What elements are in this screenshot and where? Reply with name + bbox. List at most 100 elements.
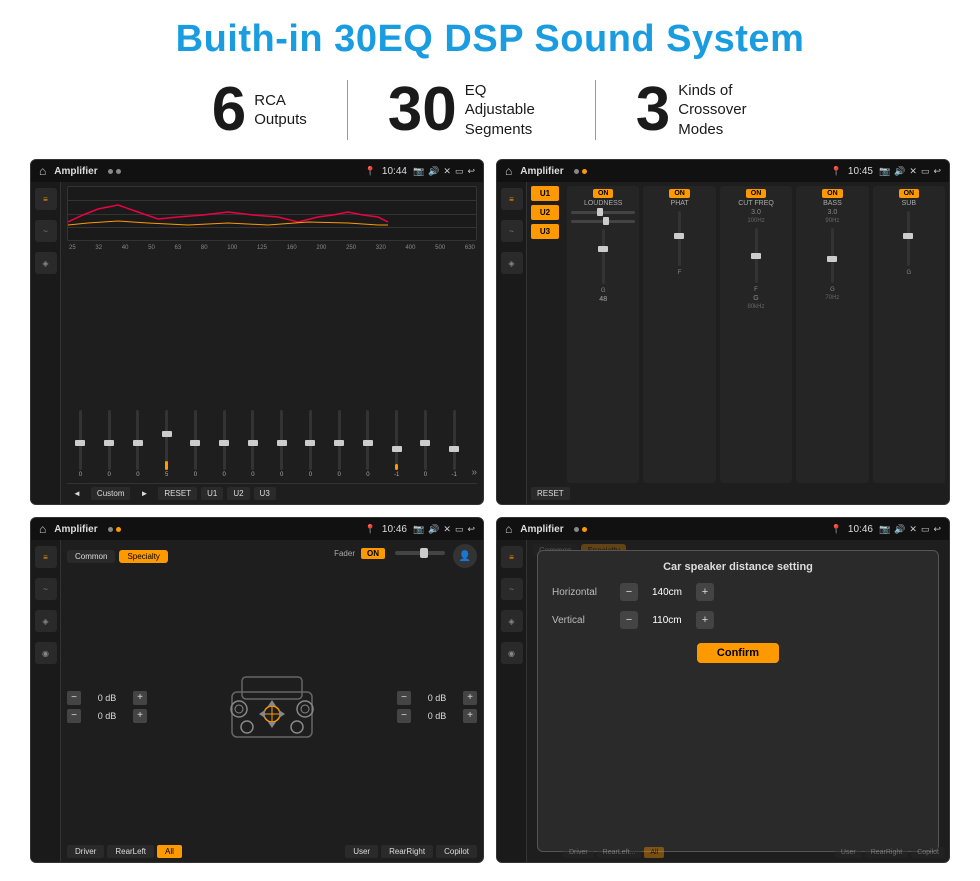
c-side1[interactable]: ≡ bbox=[35, 546, 57, 568]
track-9[interactable] bbox=[309, 410, 312, 470]
stat-rca: 6 RCAOutputs bbox=[172, 79, 347, 141]
track-12[interactable] bbox=[395, 410, 398, 470]
home-icon-dist[interactable]: ⌂ bbox=[505, 522, 512, 536]
track-3[interactable] bbox=[136, 410, 139, 470]
home-icon-mixer[interactable]: ⌂ bbox=[505, 164, 512, 178]
minus-4[interactable]: − bbox=[397, 709, 411, 723]
track-8[interactable] bbox=[280, 410, 283, 470]
eq-graph bbox=[67, 186, 477, 241]
eq-main-content: 25 32 40 50 63 80 100 125 160 200 250 32… bbox=[61, 182, 483, 504]
track-6[interactable] bbox=[223, 410, 226, 470]
btn-rearright[interactable]: RearRight bbox=[381, 845, 433, 858]
reset-btn-mixer[interactable]: RESET bbox=[531, 487, 570, 500]
btn-driver[interactable]: Driver bbox=[67, 845, 104, 858]
btn-user[interactable]: User bbox=[345, 845, 378, 858]
slider-h-loudness[interactable] bbox=[571, 211, 635, 214]
toggle-phat[interactable]: ON bbox=[669, 189, 690, 198]
cutfreq-val1: 3.0 bbox=[751, 209, 761, 216]
horizontal-row: Horizontal − 140cm + bbox=[552, 583, 924, 601]
u2-btn-eq[interactable]: U2 bbox=[227, 487, 249, 500]
val-4: 5 bbox=[165, 472, 168, 478]
d-side2[interactable]: ~ bbox=[501, 578, 523, 600]
plus-1[interactable]: + bbox=[133, 691, 147, 705]
back-c[interactable]: ↩ bbox=[467, 524, 475, 535]
ch-bass: ON BASS 3.0 90Hz G 70Hz bbox=[796, 186, 868, 483]
horizontal-minus[interactable]: − bbox=[620, 583, 638, 601]
home-icon-eq[interactable]: ⌂ bbox=[39, 164, 46, 178]
eq-slider-10: 0 bbox=[326, 410, 353, 478]
btn-copilot[interactable]: Copilot bbox=[436, 845, 477, 858]
plus-4[interactable]: + bbox=[463, 709, 477, 723]
eq-slider-11: 0 bbox=[355, 410, 382, 478]
track-11[interactable] bbox=[366, 410, 369, 470]
home-icon-cross[interactable]: ⌂ bbox=[39, 522, 46, 536]
fader-row: Fader ON bbox=[334, 548, 449, 559]
cross-person-icon[interactable]: 👤 bbox=[453, 544, 477, 568]
back-icon[interactable]: ↩ bbox=[467, 166, 475, 177]
eq-side-btn1[interactable]: ≡ bbox=[35, 188, 57, 210]
v-slider-cutfreq[interactable] bbox=[755, 228, 758, 283]
tab-specialty[interactable]: Specialty bbox=[119, 550, 167, 563]
freq-400: 400 bbox=[405, 245, 415, 251]
vertical-plus[interactable]: + bbox=[696, 611, 714, 629]
plus-3[interactable]: + bbox=[463, 691, 477, 705]
toggle-bass[interactable]: ON bbox=[822, 189, 843, 198]
play-btn[interactable]: ► bbox=[134, 487, 154, 500]
track-5[interactable] bbox=[194, 410, 197, 470]
v-slider-sub[interactable] bbox=[907, 211, 910, 266]
track-14[interactable] bbox=[453, 410, 456, 470]
horizontal-plus[interactable]: + bbox=[696, 583, 714, 601]
stat-number-rca: 6 bbox=[212, 79, 246, 141]
toggle-sub[interactable]: ON bbox=[899, 189, 920, 198]
prev-btn[interactable]: ◄ bbox=[67, 487, 87, 500]
back-m[interactable]: ↩ bbox=[933, 166, 941, 177]
preset-u3[interactable]: U3 bbox=[531, 224, 559, 239]
fader-bar[interactable] bbox=[395, 551, 445, 555]
v-slider-bass[interactable] bbox=[831, 228, 834, 283]
u3-btn-eq[interactable]: U3 bbox=[254, 487, 276, 500]
track-13[interactable] bbox=[424, 410, 427, 470]
d-side3[interactable]: ◈ bbox=[501, 610, 523, 632]
thumb-9 bbox=[305, 440, 315, 446]
v-slider-phat[interactable] bbox=[678, 211, 681, 266]
c-side2[interactable]: ~ bbox=[35, 578, 57, 600]
d-side4[interactable]: ◉ bbox=[501, 642, 523, 664]
eq-more-arrows[interactable]: » bbox=[472, 467, 478, 478]
back-d[interactable]: ↩ bbox=[933, 524, 941, 535]
confirm-button[interactable]: Confirm bbox=[697, 643, 779, 663]
v-slider-loudness[interactable] bbox=[602, 229, 605, 284]
minus-1[interactable]: − bbox=[67, 691, 81, 705]
vertical-minus[interactable]: − bbox=[620, 611, 638, 629]
c-side4[interactable]: ◉ bbox=[35, 642, 57, 664]
btn-all[interactable]: All bbox=[157, 845, 182, 858]
eq-side-btn3[interactable]: ◈ bbox=[35, 252, 57, 274]
toggle-loudness[interactable]: ON bbox=[593, 189, 614, 198]
d-side1[interactable]: ≡ bbox=[501, 546, 523, 568]
plus-2[interactable]: + bbox=[133, 709, 147, 723]
c-side3[interactable]: ◈ bbox=[35, 610, 57, 632]
tab-common[interactable]: Common bbox=[67, 550, 115, 563]
btn-rearleft[interactable]: RearLeft bbox=[107, 845, 154, 858]
minus-3[interactable]: − bbox=[397, 691, 411, 705]
eq-side-btn2[interactable]: ~ bbox=[35, 220, 57, 242]
slider-h2-loudness[interactable] bbox=[571, 220, 635, 223]
track-1[interactable] bbox=[79, 410, 82, 470]
track-10[interactable] bbox=[338, 410, 341, 470]
thumb-7 bbox=[248, 440, 258, 446]
cross-main: Common Specialty Fader ON 👤 bbox=[61, 540, 483, 862]
reset-btn-eq[interactable]: RESET bbox=[158, 487, 197, 500]
u1-btn-eq[interactable]: U1 bbox=[201, 487, 223, 500]
m-side1[interactable]: ≡ bbox=[501, 188, 523, 210]
time-cross: 10:46 bbox=[382, 524, 407, 535]
toggle-cutfreq[interactable]: ON bbox=[746, 189, 767, 198]
distance-dialog: Car speaker distance setting Horizontal … bbox=[537, 550, 939, 852]
track-7[interactable] bbox=[251, 410, 254, 470]
m-side3[interactable]: ◈ bbox=[501, 252, 523, 274]
preset-u2[interactable]: U2 bbox=[531, 205, 559, 220]
track-2[interactable] bbox=[108, 410, 111, 470]
preset-u1[interactable]: U1 bbox=[531, 186, 559, 201]
minus-2[interactable]: − bbox=[67, 709, 81, 723]
fader-toggle[interactable]: ON bbox=[361, 548, 385, 559]
m-side2[interactable]: ~ bbox=[501, 220, 523, 242]
track-4[interactable] bbox=[165, 410, 168, 470]
